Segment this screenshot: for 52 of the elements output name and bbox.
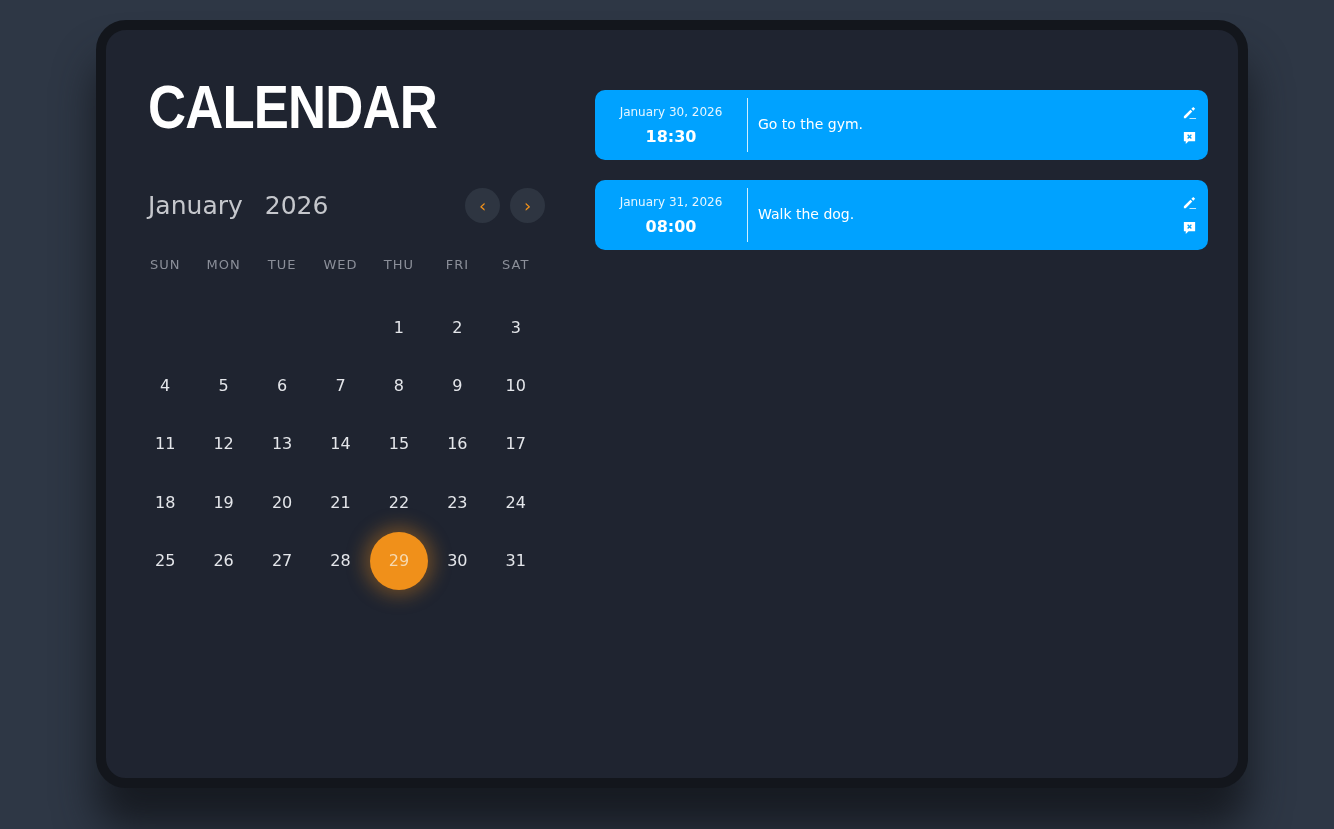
day-cell[interactable]: 25 <box>136 531 195 590</box>
day-cell[interactable]: 6 <box>253 356 312 415</box>
weekday-label: FRI <box>445 257 470 272</box>
weekday-label: TUE <box>267 257 297 272</box>
weekday-label: MON <box>206 257 241 272</box>
day-cell[interactable]: 24 <box>486 473 545 532</box>
weekday-label: SUN <box>149 257 181 272</box>
day-cell[interactable]: 1 <box>369 298 428 357</box>
weekday-label: SAT <box>502 257 530 272</box>
day-cell[interactable]: 17 <box>486 414 545 473</box>
event-time: 08:00 <box>645 216 697 236</box>
previous-month-button[interactable]: ‹ <box>465 188 500 223</box>
year-label: 2026 <box>264 191 329 220</box>
month-label: January <box>148 191 243 220</box>
delete-comment-icon[interactable] <box>1182 220 1197 235</box>
day-cell[interactable]: 8 <box>369 356 428 415</box>
day-cell[interactable]: 26 <box>194 531 253 590</box>
day-cell[interactable]: 5 <box>194 356 253 415</box>
day-cell[interactable]: 11 <box>136 414 195 473</box>
day-cell[interactable]: 10 <box>486 356 545 415</box>
delete-comment-icon[interactable] <box>1182 130 1197 145</box>
day-cell[interactable]: 14 <box>311 414 370 473</box>
day-cell[interactable]: 30 <box>428 531 487 590</box>
day-cell[interactable]: 13 <box>253 414 312 473</box>
day-cell[interactable]: 4 <box>136 356 195 415</box>
event-date: January 30, 2026 <box>619 104 723 119</box>
day-cell[interactable]: 9 <box>428 356 487 415</box>
day-cell[interactable]: 15 <box>369 414 428 473</box>
next-month-button[interactable]: › <box>510 188 545 223</box>
day-cell[interactable]: 22 <box>369 473 428 532</box>
event-time: 18:30 <box>645 126 697 146</box>
day-cell[interactable]: 27 <box>253 531 312 590</box>
day-cell[interactable]: 3 <box>486 298 545 357</box>
day-cell[interactable]: 31 <box>486 531 545 590</box>
edit-icon[interactable] <box>1182 105 1197 120</box>
app-title: CALENDAR <box>148 76 438 138</box>
weekday-label: THU <box>383 257 415 272</box>
day-cell[interactable]: 7 <box>311 356 370 415</box>
edit-icon[interactable] <box>1182 195 1197 210</box>
day-cell[interactable]: 16 <box>428 414 487 473</box>
day-cell[interactable]: 23 <box>428 473 487 532</box>
event-text: Walk the dog. <box>758 206 856 222</box>
event-date: January 31, 2026 <box>619 194 723 209</box>
day-cell[interactable]: 20 <box>253 473 312 532</box>
day-cell[interactable]: 18 <box>136 473 195 532</box>
day-cell[interactable]: 28 <box>311 531 370 590</box>
weekday-label: WED <box>323 257 358 272</box>
event-text: Go to the gym. <box>758 116 865 132</box>
day-cell[interactable]: 21 <box>311 473 370 532</box>
day-cell[interactable]: 2 <box>428 298 487 357</box>
day-cell[interactable]: 12 <box>194 414 253 473</box>
day-cell[interactable]: 19 <box>194 473 253 532</box>
